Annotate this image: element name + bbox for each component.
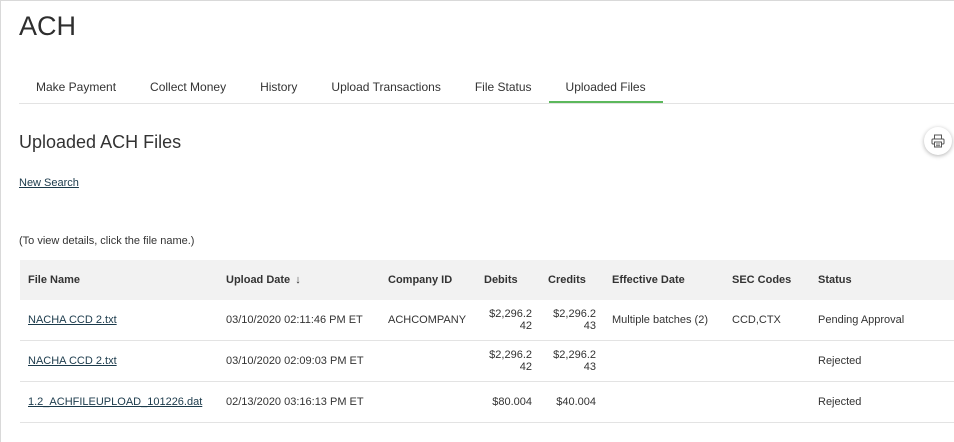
cell-effective-date [604, 340, 724, 382]
cell-upload-date: 03/10/2020 02:11:46 PM ET [218, 300, 380, 341]
app-title: ACH [19, 11, 77, 41]
tab-bar: Make Payment Collect Money History Uploa… [19, 78, 954, 104]
tab-upload-transactions[interactable]: Upload Transactions [314, 78, 457, 103]
table-row: NACHA CCD 2.txt 03/10/2020 02:09:03 PM E… [20, 340, 954, 382]
header-status[interactable]: Status [810, 260, 954, 300]
cell-file-name: NACHA CCD 2.txt [20, 340, 218, 382]
header-sec-codes[interactable]: SEC Codes [724, 260, 810, 300]
cell-status: Pending Approval [810, 300, 954, 341]
cell-effective-date [604, 381, 724, 423]
header-effective-date[interactable]: Effective Date [604, 260, 724, 300]
cell-status: Rejected [810, 340, 954, 382]
cell-sec-codes [724, 381, 810, 423]
header-debits[interactable]: Debits [476, 260, 540, 300]
cell-debits: $80.004 [476, 381, 540, 423]
cell-company-id: ACHCOMPANY [380, 300, 476, 341]
cell-credits: $2,296.243 [540, 300, 604, 341]
table-row: NACHA CCD 2.txt 03/10/2020 02:11:46 PM E… [20, 300, 954, 341]
tab-history[interactable]: History [243, 78, 314, 103]
file-name-link[interactable]: NACHA CCD 2.txt [28, 314, 117, 326]
cell-status: Rejected [810, 381, 954, 423]
cell-company-id [380, 340, 476, 382]
tab-file-status[interactable]: File Status [458, 78, 549, 103]
cell-upload-date: 03/10/2020 02:09:03 PM ET [218, 340, 380, 382]
cell-file-name: 1.2_ACHFILEUPLOAD_101226.dat [20, 381, 218, 423]
new-search-link[interactable]: New Search [19, 177, 79, 189]
table-row: 1.2_ACHFILEUPLOAD_101226.dat 02/13/2020 … [20, 381, 954, 423]
tab-uploaded-files[interactable]: Uploaded Files [548, 78, 663, 103]
cell-effective-date: Multiple batches (2) [604, 300, 724, 341]
header-file-name[interactable]: File Name [20, 260, 218, 300]
cell-file-name: NACHA CCD 2.txt [20, 300, 218, 341]
cell-credits: $40.004 [540, 381, 604, 423]
tab-collect-money[interactable]: Collect Money [133, 78, 243, 103]
uploaded-files-table: File Name Upload Date ↓ Company ID Debit… [20, 260, 954, 423]
cell-debits: $2,296.242 [476, 340, 540, 382]
file-name-link[interactable]: 1.2_ACHFILEUPLOAD_101226.dat [28, 396, 202, 408]
cell-sec-codes [724, 340, 810, 382]
file-name-link[interactable]: NACHA CCD 2.txt [28, 355, 117, 367]
instructions-text: (To view details, click the file name.) [19, 235, 195, 247]
header-company-id[interactable]: Company ID [380, 260, 476, 300]
table-header-row: File Name Upload Date ↓ Company ID Debit… [20, 260, 954, 300]
cell-sec-codes: CCD,CTX [724, 300, 810, 341]
header-upload-date[interactable]: Upload Date ↓ [218, 260, 380, 300]
cell-credits: $2,296.243 [540, 340, 604, 382]
tab-make-payment[interactable]: Make Payment [19, 78, 133, 103]
cell-debits: $2,296.242 [476, 300, 540, 341]
sort-down-icon: ↓ [295, 274, 301, 286]
header-upload-date-label: Upload Date [226, 274, 291, 286]
cell-company-id [380, 381, 476, 423]
cell-upload-date: 02/13/2020 03:16:13 PM ET [218, 381, 380, 423]
printer-icon [931, 134, 945, 148]
page-title: Uploaded ACH Files [19, 132, 182, 152]
print-button[interactable] [924, 127, 952, 155]
header-credits[interactable]: Credits [540, 260, 604, 300]
